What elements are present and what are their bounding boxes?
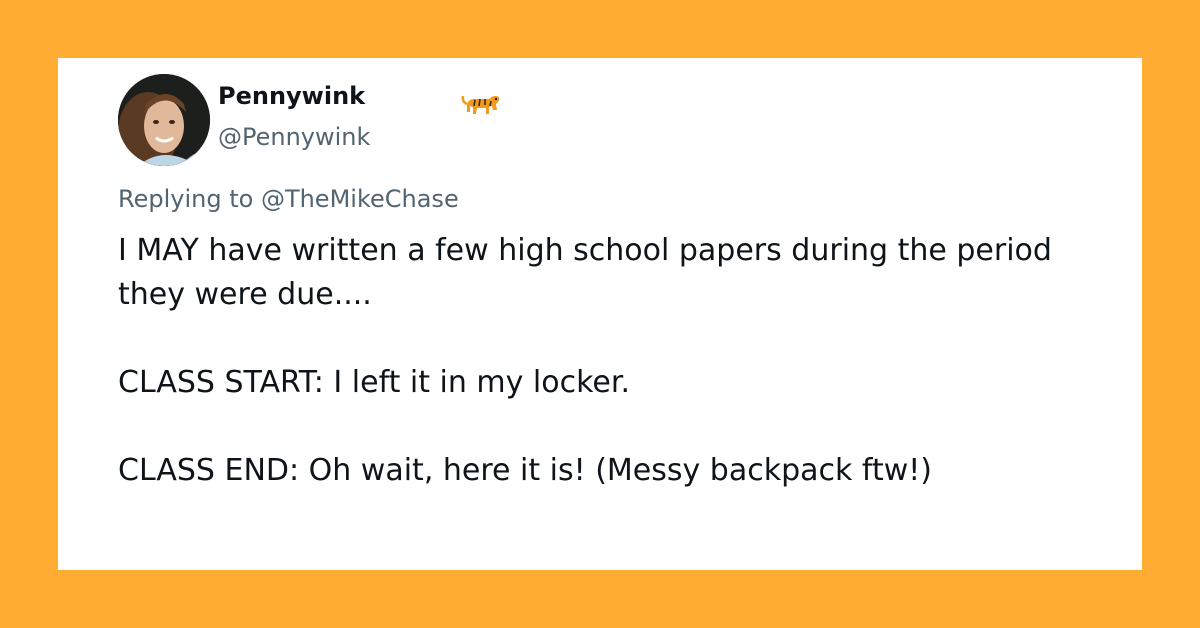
tweet-paragraph: I MAY have written a few high school pap… — [118, 233, 1052, 312]
reply-context: Replying to @TheMikeChase — [118, 185, 459, 213]
avatar-photo — [118, 74, 210, 166]
tweet-paragraph: CLASS START: I left it in my locker. — [118, 365, 630, 400]
reply-to-link[interactable]: @TheMikeChase — [261, 185, 459, 213]
avatar[interactable] — [118, 74, 210, 166]
tweet-card: Pennywink @Pennywink Replying to @TheMik… — [58, 58, 1142, 570]
author-handle[interactable]: @Pennywink — [218, 123, 370, 151]
tiger-icon — [461, 95, 500, 114]
tweet-text: I MAY have written a few high school pap… — [118, 229, 1128, 493]
tweet-paragraph: CLASS END: Oh wait, here it is! (Messy b… — [118, 453, 932, 488]
author-name[interactable]: Pennywink — [218, 82, 365, 110]
reply-prefix: Replying to — [118, 185, 261, 213]
